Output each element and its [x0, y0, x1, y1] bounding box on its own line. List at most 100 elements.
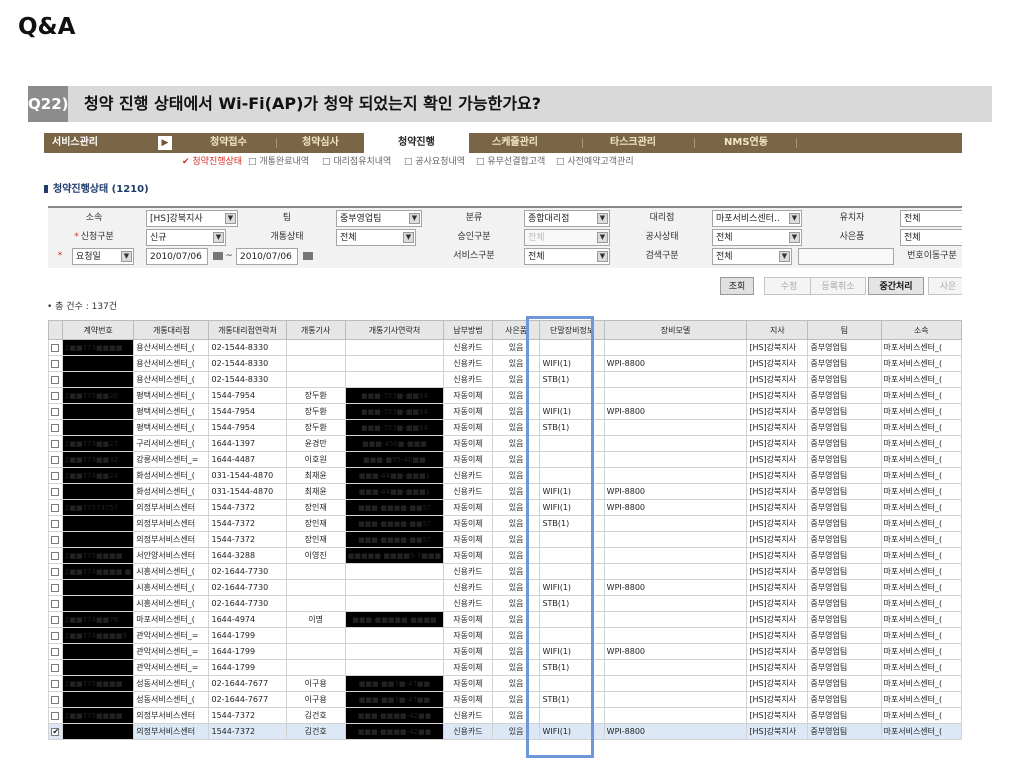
sub-reservation[interactable]: □ 사전예약고객관리: [556, 153, 634, 171]
checkbox[interactable]: [51, 711, 60, 720]
sub-open-complete[interactable]: □ 개통완료내역: [248, 153, 309, 171]
row-checkbox[interactable]: [48, 435, 63, 452]
row-checkbox[interactable]: [48, 707, 63, 724]
checkbox[interactable]: [51, 519, 60, 528]
menu-item-order-progress[interactable]: 청약진행: [364, 133, 469, 153]
row-checkbox[interactable]: ✔: [48, 723, 63, 740]
date-to-input[interactable]: 2010/07/06: [236, 248, 298, 265]
col-header-open-agency[interactable]: 개통대리점: [133, 320, 210, 340]
search-keyword-input[interactable]: [798, 248, 894, 265]
table-row[interactable]: 2■■773■■32 강릉서비스센터_= 1644-4487 이호원 ■■■-■95-4…: [48, 451, 962, 468]
col-header-engineer-contact[interactable]: 개통기사연락처: [344, 320, 445, 340]
team-select[interactable]: 중부영업팀 ▼: [336, 210, 422, 227]
row-checkbox[interactable]: [48, 675, 63, 692]
row-checkbox[interactable]: [48, 611, 63, 628]
checkbox[interactable]: [51, 583, 60, 592]
checkbox[interactable]: [51, 695, 60, 704]
sub-agency-recruit[interactable]: □ 대리점유치내역: [322, 153, 391, 171]
sub-combined-customer[interactable]: □ 유무선결합고객: [476, 153, 545, 171]
row-checkbox[interactable]: [48, 483, 63, 500]
checkbox[interactable]: [51, 343, 60, 352]
row-checkbox[interactable]: [48, 691, 63, 708]
sub-work-request[interactable]: □ 공사요청내역: [404, 153, 465, 171]
row-checkbox[interactable]: [48, 419, 63, 436]
col-header-agency-contact[interactable]: 개통대리점연락처: [208, 320, 287, 340]
request-type-select[interactable]: 신규 ▼: [146, 229, 226, 246]
date-from-input[interactable]: 2010/07/06: [146, 248, 208, 265]
intermediate-process-button[interactable]: 중간처리: [868, 277, 924, 295]
checkbox[interactable]: [51, 359, 60, 368]
recruiter-input[interactable]: 전체: [900, 210, 962, 227]
open-status-select[interactable]: 전체 ▼: [336, 229, 416, 246]
col-header-device-model[interactable]: 장비모델: [603, 320, 748, 340]
row-checkbox[interactable]: [48, 371, 63, 388]
table-row[interactable]: 2■■773■■27 구리서비스센터_(1644-1397 윤경만 ■■■-450■-…: [48, 435, 962, 452]
menu-item-nms[interactable]: NMS연동: [724, 133, 768, 153]
table-row[interactable]: 시흥서비스센터_(02-1644-7730 신용카드 있음 STB(1) [HS]강북지…: [48, 595, 962, 612]
search-type-select[interactable]: 전체 ▼: [712, 248, 792, 265]
gift-button[interactable]: 사은: [928, 277, 962, 295]
checkbox[interactable]: [51, 567, 60, 576]
table-row[interactable]: 2■■775■■■■ 서안양서비스센터 1644-3288 이영진 ■■■■■-■■■■…: [48, 547, 962, 564]
table-row[interactable]: 2■■774■■■■ ■ 시흥서비스센터_(02-1644-7730 신용카드 있음 […: [48, 563, 962, 580]
table-row[interactable]: 화성서비스센터_(031-1544-4870 최재윤 ■■■-44■■-■■■1 신용…: [48, 483, 962, 500]
table-row[interactable]: 용산서비스센터_(02-1544-8330 신용카드 있음 WIFI(1) WPI-88…: [48, 355, 962, 372]
table-row[interactable]: 2■■775■■20 평택서비스센터_(1544-7954 장두환 ■■■-753■-…: [48, 387, 962, 404]
checkbox[interactable]: [51, 375, 60, 384]
row-checkbox[interactable]: [48, 547, 63, 564]
col-header-engineer[interactable]: 개통기사: [285, 320, 346, 340]
row-checkbox[interactable]: [48, 515, 63, 532]
row-checkbox[interactable]: [48, 659, 63, 676]
col-header-team[interactable]: 팀: [807, 320, 882, 340]
date-type-select[interactable]: 요청일 ▼: [72, 248, 134, 265]
table-row[interactable]: 시흥서비스센터_(02-1644-7730 신용카드 있음 WIFI(1) WPI-88…: [48, 579, 962, 596]
row-checkbox[interactable]: [48, 563, 63, 580]
table-row[interactable]: 2■■775■■■■ 성동서비스센터_(02-1644-7677 이구용 ■■■-■■…: [48, 675, 962, 692]
affiliation-select[interactable]: [HS]강북지사 ▼: [146, 210, 238, 227]
checkbox[interactable]: [51, 487, 60, 496]
table-row[interactable]: 2■■774■■76 마포서비스센터_(1644-4974 이명 ■■■-■■■■■-…: [48, 611, 962, 628]
cancel-registration-button[interactable]: 등록취소: [810, 277, 866, 295]
col-header-branch[interactable]: 지사: [746, 320, 809, 340]
table-row[interactable]: 2■■7757375? 의정부서비스센터 1544-7372 장인재 ■■■-■■■■-…: [48, 499, 962, 516]
calendar-icon[interactable]: [300, 248, 313, 265]
checkbox[interactable]: [51, 455, 60, 464]
table-row[interactable]: 관악서비스센터_= 1644-1799 자동이체 있음 STB(1) [HS]강북지사 중부…: [48, 659, 962, 676]
table-row[interactable]: 의정부서비스센터 1544-7372 장인재 ■■■-■■■■-■■5? 자동이체 있음 […: [48, 531, 962, 548]
row-checkbox[interactable]: [48, 643, 63, 660]
row-checkbox[interactable]: [48, 531, 63, 548]
checkbox[interactable]: [51, 631, 60, 640]
checkbox[interactable]: [51, 647, 60, 656]
menu-item-task[interactable]: 타스크관리: [610, 133, 656, 153]
checkbox[interactable]: [51, 551, 60, 560]
checkbox[interactable]: [51, 599, 60, 608]
agency-select[interactable]: 마포서비스센터.. ▼: [712, 210, 802, 227]
col-header-payment[interactable]: 납부방법: [443, 320, 493, 340]
row-checkbox[interactable]: [48, 339, 63, 356]
row-checkbox[interactable]: [48, 387, 63, 404]
sub-order-status[interactable]: ✔ 청약진행상태: [182, 153, 242, 171]
approve-type-select[interactable]: 전체 ▼: [524, 229, 610, 246]
calendar-icon[interactable]: [210, 248, 223, 265]
checkbox[interactable]: [51, 391, 60, 400]
col-header-affiliation[interactable]: 소속: [880, 320, 962, 340]
table-row[interactable]: 2■■774■■■■9 관악서비스센터_= 1644-1799 자동이체 있음 [HS]강…: [48, 627, 962, 644]
row-checkbox[interactable]: [48, 499, 63, 516]
checkbox[interactable]: [51, 423, 60, 432]
checkbox[interactable]: [51, 663, 60, 672]
work-status-select[interactable]: 전체 ▼: [712, 229, 802, 246]
class-select[interactable]: 종합대리점 ▼: [524, 210, 610, 227]
checkbox[interactable]: ✔: [51, 727, 60, 736]
row-checkbox[interactable]: [48, 595, 63, 612]
checkbox[interactable]: [51, 615, 60, 624]
menu-service-management[interactable]: 서비스관리: [52, 133, 98, 153]
checkbox[interactable]: [51, 471, 60, 480]
table-row[interactable]: 2■■773■■■■ 용산서비스센터_(02-1544-8330 신용카드 있음 [HS…: [48, 339, 962, 356]
menu-item-schedule[interactable]: 스케줄관리: [492, 133, 538, 153]
checkbox[interactable]: [51, 535, 60, 544]
row-checkbox[interactable]: [48, 467, 63, 484]
gift-input[interactable]: 전체: [900, 229, 962, 246]
table-row[interactable]: 2■■775■■■■ 의정부서비스센터 1544-7372 김건호 ■■■-■■■■-4…: [48, 707, 962, 724]
checkbox[interactable]: [51, 407, 60, 416]
service-type-select[interactable]: 전체 ▼: [524, 248, 610, 265]
